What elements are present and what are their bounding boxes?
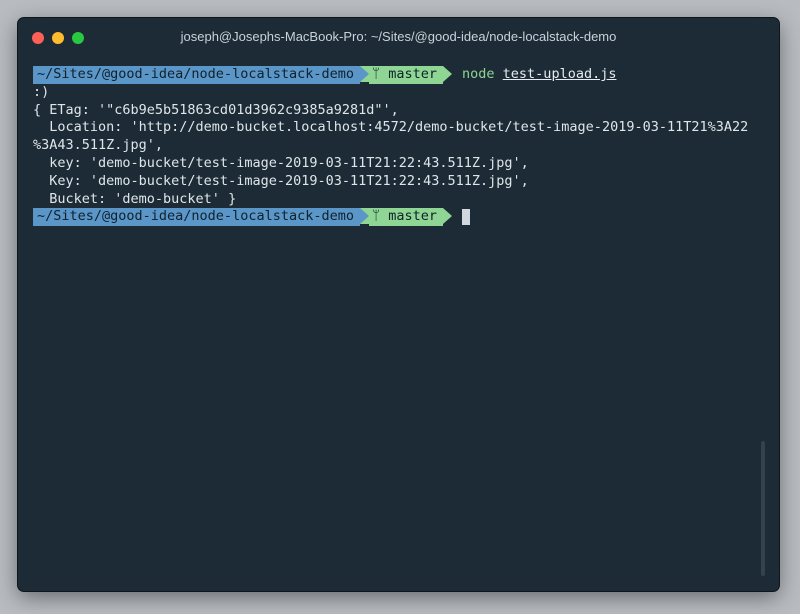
scrollbar[interactable] <box>761 441 765 576</box>
prompt-end-icon <box>443 208 453 225</box>
prompt-path: ~/Sites/@good-idea/node-localstack-demo <box>33 66 360 84</box>
prompt-path: ~/Sites/@good-idea/node-localstack-demo <box>33 208 360 227</box>
git-branch-icon: ᛘ <box>371 208 381 225</box>
command-program: node <box>462 66 495 82</box>
command-argument-link[interactable]: test-upload.js <box>503 66 617 82</box>
command-line: ~/Sites/@good-idea/node-localstack-demo ᛘ… <box>33 66 757 84</box>
output-line: :) <box>33 83 50 100</box>
output-line: Location: 'http://demo-bucket.localhost:… <box>33 119 749 136</box>
output-line: %3A43.511Z.jpg', <box>33 137 164 154</box>
output-line: Key: 'demo-bucket/test-image-2019-03-11T… <box>33 172 529 189</box>
prompt-end-icon <box>443 66 453 82</box>
text-cursor <box>462 209 471 226</box>
git-branch-icon: ᛘ <box>371 66 381 82</box>
prompt-separator-icon <box>359 208 369 225</box>
prompt: ~/Sites/@good-idea/node-localstack-demo ᛘ… <box>33 208 453 227</box>
terminal-window: joseph@Josephs-MacBook-Pro: ~/Sites/@goo… <box>18 18 779 591</box>
prompt-git-segment: ᛘ master <box>368 66 444 84</box>
title-bar[interactable]: joseph@Josephs-MacBook-Pro: ~/Sites/@goo… <box>18 18 779 56</box>
prompt-branch: master <box>388 208 438 225</box>
terminal-content[interactable]: ~/Sites/@good-idea/node-localstack-demo ᛘ… <box>33 66 757 227</box>
active-prompt-line[interactable]: ~/Sites/@good-idea/node-localstack-demo ᛘ… <box>33 208 757 227</box>
prompt: ~/Sites/@good-idea/node-localstack-demo ᛘ… <box>33 66 453 84</box>
output-line: { ETag: '"c6b9e5b51863cd01d3962c9385a928… <box>33 101 399 118</box>
window-title: joseph@Josephs-MacBook-Pro: ~/Sites/@goo… <box>180 29 617 44</box>
output-line: key: 'demo-bucket/test-image-2019-03-11T… <box>33 154 529 171</box>
prompt-separator-icon <box>359 66 369 82</box>
output-line: Bucket: 'demo-bucket' } <box>33 190 237 207</box>
prompt-branch: master <box>388 66 438 82</box>
prompt-git-segment: ᛘ master <box>368 208 444 227</box>
